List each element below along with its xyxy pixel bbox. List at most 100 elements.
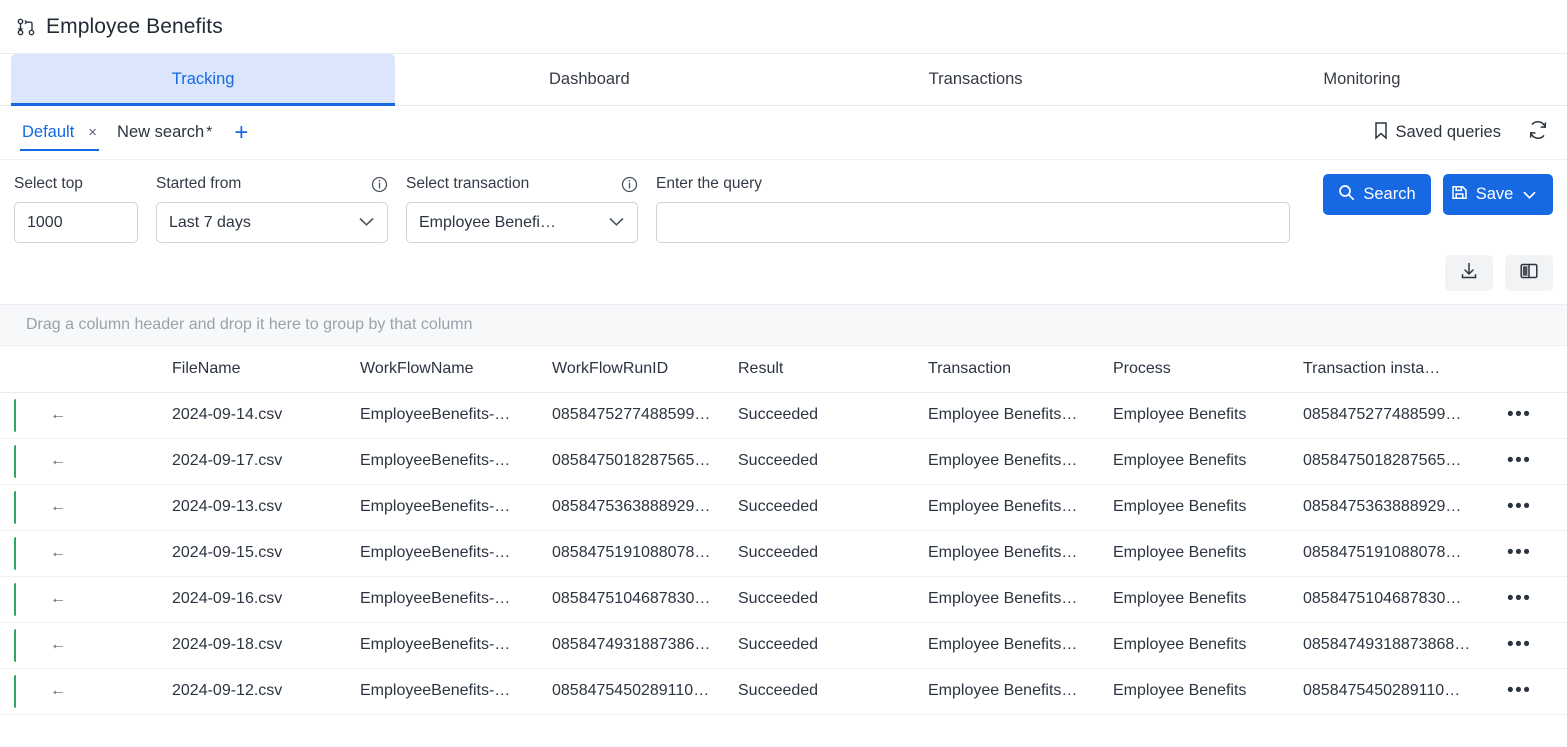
started-from-label: Started from bbox=[156, 175, 242, 192]
cell-filename: 2024-09-14.csv bbox=[162, 392, 350, 439]
table-row[interactable]: ← 2024-09-17.csv EmployeeBenefits-… 0858475… bbox=[0, 438, 1567, 485]
cell-workflowname: EmployeeBenefits-… bbox=[350, 484, 542, 531]
tab-tracking[interactable]: Tracking bbox=[11, 54, 396, 106]
column-header-process[interactable]: Process bbox=[1103, 346, 1293, 393]
arrow-left-icon: ← bbox=[50, 636, 66, 653]
field-select-top: Select top 1000 bbox=[14, 174, 138, 243]
query-tab-bar: Default × New search * + Saved queries bbox=[0, 106, 1567, 160]
cell-workflowname: EmployeeBenefits-… bbox=[350, 668, 542, 715]
download-icon bbox=[1459, 261, 1479, 286]
column-header-transaction-instance[interactable]: Transaction insta… bbox=[1293, 346, 1493, 393]
cell-transaction-instance: 0858475363888929… bbox=[1293, 484, 1493, 531]
grid-icon-toolbar bbox=[0, 243, 1567, 291]
column-header-workflowrunid[interactable]: WorkFlowRunID bbox=[542, 346, 728, 393]
status-flag bbox=[0, 530, 16, 577]
row-menu-button[interactable]: ••• bbox=[1493, 438, 1567, 485]
row-expand-button[interactable]: ← bbox=[16, 392, 162, 439]
chevron-down-icon bbox=[1522, 190, 1545, 200]
cell-workflowrunid: 0858475277488599… bbox=[542, 392, 728, 439]
cell-workflowname: EmployeeBenefits-… bbox=[350, 622, 542, 669]
cell-transaction: Employee Benefits… bbox=[918, 530, 1103, 577]
select-top-value: 1000 bbox=[27, 213, 63, 231]
table-row[interactable]: ← 2024-09-13.csv EmployeeBenefits-… 0858475… bbox=[0, 484, 1567, 531]
table-row[interactable]: ← 2024-09-16.csv EmployeeBenefits-… 0858475… bbox=[0, 576, 1567, 623]
info-icon[interactable] bbox=[603, 176, 638, 193]
tab-transactions-label: Transactions bbox=[928, 70, 1023, 88]
cell-workflowrunid: 0858475104687830… bbox=[542, 576, 728, 623]
table-row[interactable]: ← 2024-09-14.csv EmployeeBenefits-… 0858475… bbox=[0, 392, 1567, 439]
cell-transaction: Employee Benefits… bbox=[918, 622, 1103, 669]
search-button[interactable]: Search bbox=[1323, 174, 1431, 215]
row-expand-button[interactable]: ← bbox=[16, 438, 162, 485]
row-menu-button[interactable]: ••• bbox=[1493, 576, 1567, 623]
chevron-down-icon bbox=[358, 214, 375, 232]
status-flag bbox=[0, 622, 16, 669]
table-header-row: FileName WorkFlowName WorkFlowRunID Resu… bbox=[0, 346, 1567, 393]
arrow-left-icon: ← bbox=[50, 498, 66, 515]
row-expand-button[interactable]: ← bbox=[16, 576, 162, 623]
tab-monitoring[interactable]: Monitoring bbox=[1170, 54, 1554, 105]
refresh-button[interactable] bbox=[1527, 119, 1549, 146]
info-icon[interactable] bbox=[353, 176, 388, 193]
column-header-filename[interactable]: FileName bbox=[162, 346, 350, 393]
started-from-select[interactable]: Last 7 days bbox=[156, 202, 388, 243]
column-header-transaction[interactable]: Transaction bbox=[918, 346, 1103, 393]
tab-transactions[interactable]: Transactions bbox=[784, 54, 1168, 105]
field-select-transaction: Select transaction Employee Benefi… bbox=[406, 174, 638, 243]
query-tab-default[interactable]: Default × bbox=[12, 106, 107, 159]
arrow-left-icon: ← bbox=[50, 544, 66, 561]
row-expand-button[interactable]: ← bbox=[16, 668, 162, 715]
saved-queries-button[interactable]: Saved queries bbox=[1373, 121, 1501, 145]
query-tab-new-search[interactable]: New search * bbox=[107, 106, 222, 159]
status-flag bbox=[0, 484, 16, 531]
expand-header bbox=[16, 346, 162, 393]
row-expand-button[interactable]: ← bbox=[16, 530, 162, 577]
save-disk-icon bbox=[1451, 184, 1476, 206]
select-transaction-select[interactable]: Employee Benefi… bbox=[406, 202, 638, 243]
cell-transaction: Employee Benefits… bbox=[918, 392, 1103, 439]
query-input[interactable] bbox=[656, 202, 1290, 243]
select-top-input[interactable]: 1000 bbox=[14, 202, 138, 243]
select-top-label: Select top bbox=[14, 175, 83, 192]
row-menu-button[interactable]: ••• bbox=[1493, 484, 1567, 531]
table-row[interactable]: ← 2024-09-15.csv EmployeeBenefits-… 0858475… bbox=[0, 530, 1567, 577]
row-menu-button[interactable]: ••• bbox=[1493, 392, 1567, 439]
table-row[interactable]: ← 2024-09-12.csv EmployeeBenefits-… 0858475… bbox=[0, 668, 1567, 715]
columns-layout-button[interactable] bbox=[1505, 255, 1553, 291]
save-button-label: Save bbox=[1475, 185, 1514, 203]
cell-result: Succeeded bbox=[728, 622, 918, 669]
tab-dashboard[interactable]: Dashboard bbox=[397, 54, 781, 105]
save-button[interactable]: Save bbox=[1443, 174, 1553, 215]
cell-filename: 2024-09-18.csv bbox=[162, 622, 350, 669]
row-expand-button[interactable]: ← bbox=[16, 484, 162, 531]
cell-result: Succeeded bbox=[728, 530, 918, 577]
column-header-result[interactable]: Result bbox=[728, 346, 918, 393]
cell-workflowname: EmployeeBenefits-… bbox=[350, 438, 542, 485]
cell-workflowrunid: 0858475191088078… bbox=[542, 530, 728, 577]
group-by-dropzone[interactable]: Drag a column header and drop it here to… bbox=[0, 304, 1567, 346]
query-label: Enter the query bbox=[656, 175, 762, 192]
download-button[interactable] bbox=[1445, 255, 1493, 291]
row-menu-button[interactable]: ••• bbox=[1493, 668, 1567, 715]
query-tab-default-label: Default bbox=[22, 123, 75, 141]
close-icon[interactable]: × bbox=[88, 125, 97, 140]
status-flag bbox=[0, 438, 16, 485]
cell-result: Succeeded bbox=[728, 438, 918, 485]
column-header-workflowname[interactable]: WorkFlowName bbox=[350, 346, 542, 393]
cell-filename: 2024-09-16.csv bbox=[162, 576, 350, 623]
status-flag bbox=[0, 576, 16, 623]
add-query-tab-button[interactable]: + bbox=[222, 120, 260, 145]
table-row[interactable]: ← 2024-09-18.csv EmployeeBenefits-… 0858474… bbox=[0, 622, 1567, 669]
row-expand-button[interactable]: ← bbox=[16, 622, 162, 669]
workflow-icon bbox=[14, 14, 40, 40]
bookmark-icon bbox=[1373, 121, 1396, 145]
row-menu-button[interactable]: ••• bbox=[1493, 530, 1567, 577]
results-grid: Drag a column header and drop it here to… bbox=[0, 304, 1567, 715]
cell-filename: 2024-09-17.csv bbox=[162, 438, 350, 485]
cell-result: Succeeded bbox=[728, 668, 918, 715]
row-menu-button[interactable]: ••• bbox=[1493, 622, 1567, 669]
cell-workflowrunid: 08584749318873868… bbox=[542, 622, 728, 669]
group-by-hint: Drag a column header and drop it here to… bbox=[26, 316, 473, 333]
cell-filename: 2024-09-13.csv bbox=[162, 484, 350, 531]
started-from-value: Last 7 days bbox=[169, 213, 251, 231]
